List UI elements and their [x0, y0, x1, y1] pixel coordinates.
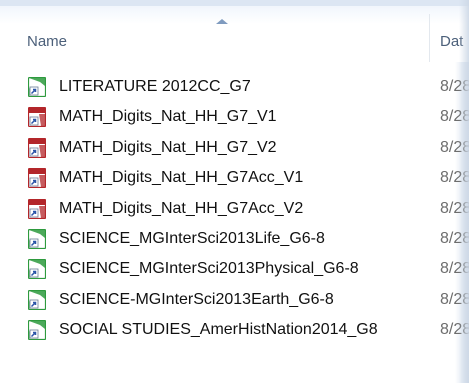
file-row[interactable]: SCIENCE_MGInterSci2013Physical_G6-8 8/28: [0, 254, 469, 284]
file-date: 8/28: [440, 78, 469, 95]
column-header-date[interactable]: Dat: [440, 33, 463, 50]
file-date: 8/28: [440, 260, 469, 278]
file-list-window: Name Dat LITERATURE 2012CC_G7 8/28 MATH_Di…: [0, 0, 469, 383]
file-date: 8/28: [440, 199, 469, 217]
file-date: 8/28: [440, 229, 469, 247]
column-header-bar: Name Dat: [0, 0, 469, 62]
red-shortcut-icon: [27, 137, 47, 158]
file-name: MATH_Digits_Nat_HH_G7Acc_V1: [59, 169, 304, 187]
green-shortcut-icon: [27, 289, 47, 310]
green-shortcut-icon: [27, 320, 47, 341]
file-name: MATH_Digits_Nat_HH_G7_V2: [59, 138, 277, 156]
sort-ascending-icon[interactable]: [216, 19, 228, 24]
file-row[interactable]: MATH_Digits_Nat_HH_G7Acc_V2 8/28: [0, 194, 469, 224]
file-row[interactable]: SCIENCE-MGInterSci2013Earth_G6-8 8/28: [0, 285, 469, 315]
file-name: SCIENCE_MGInterSci2013Life_G6-8: [59, 229, 325, 247]
header-top-strip: [0, 0, 469, 6]
green-shortcut-icon: [27, 228, 47, 250]
green-shortcut-icon: [27, 76, 47, 98]
file-row[interactable]: MATH_Digits_Nat_HH_G7Acc_V1 8/28: [0, 163, 469, 193]
column-header-name[interactable]: Name: [27, 33, 67, 50]
file-row[interactable]: SCIENCE_MGInterSci2013Life_G6-8 8/28: [0, 224, 469, 254]
file-row[interactable]: SOCIAL STUDIES_AmerHistNation2014_G8 8/28: [0, 315, 469, 345]
file-row[interactable]: MATH_Digits_Nat_HH_G7_V1 8/28: [0, 102, 469, 132]
red-shortcut-icon: [27, 198, 47, 219]
column-divider[interactable]: [429, 14, 430, 62]
file-name: LITERATURE 2012CC_G7: [59, 78, 251, 95]
file-date: 8/28: [440, 169, 469, 187]
green-shortcut-icon: [27, 259, 47, 280]
file-date: 8/28: [440, 138, 469, 156]
file-name: MATH_Digits_Nat_HH_G7_V1: [59, 108, 277, 126]
red-shortcut-icon: [27, 168, 47, 189]
red-shortcut-icon: [27, 107, 47, 128]
file-name: SCIENCE-MGInterSci2013Earth_G6-8: [59, 290, 334, 308]
file-name: SCIENCE_MGInterSci2013Physical_G6-8: [59, 260, 359, 278]
file-name: SOCIAL STUDIES_AmerHistNation2014_G8: [59, 321, 378, 339]
file-date: 8/28: [440, 108, 469, 126]
file-list: LITERATURE 2012CC_G7 8/28 MATH_Digits_Nat_…: [0, 72, 469, 346]
file-row[interactable]: MATH_Digits_Nat_HH_G7_V2 8/28: [0, 133, 469, 163]
file-name: MATH_Digits_Nat_HH_G7Acc_V2: [59, 199, 304, 217]
file-date: 8/28: [440, 321, 469, 339]
file-row[interactable]: LITERATURE 2012CC_G7 8/28: [0, 72, 469, 102]
file-date: 8/28: [440, 290, 469, 308]
